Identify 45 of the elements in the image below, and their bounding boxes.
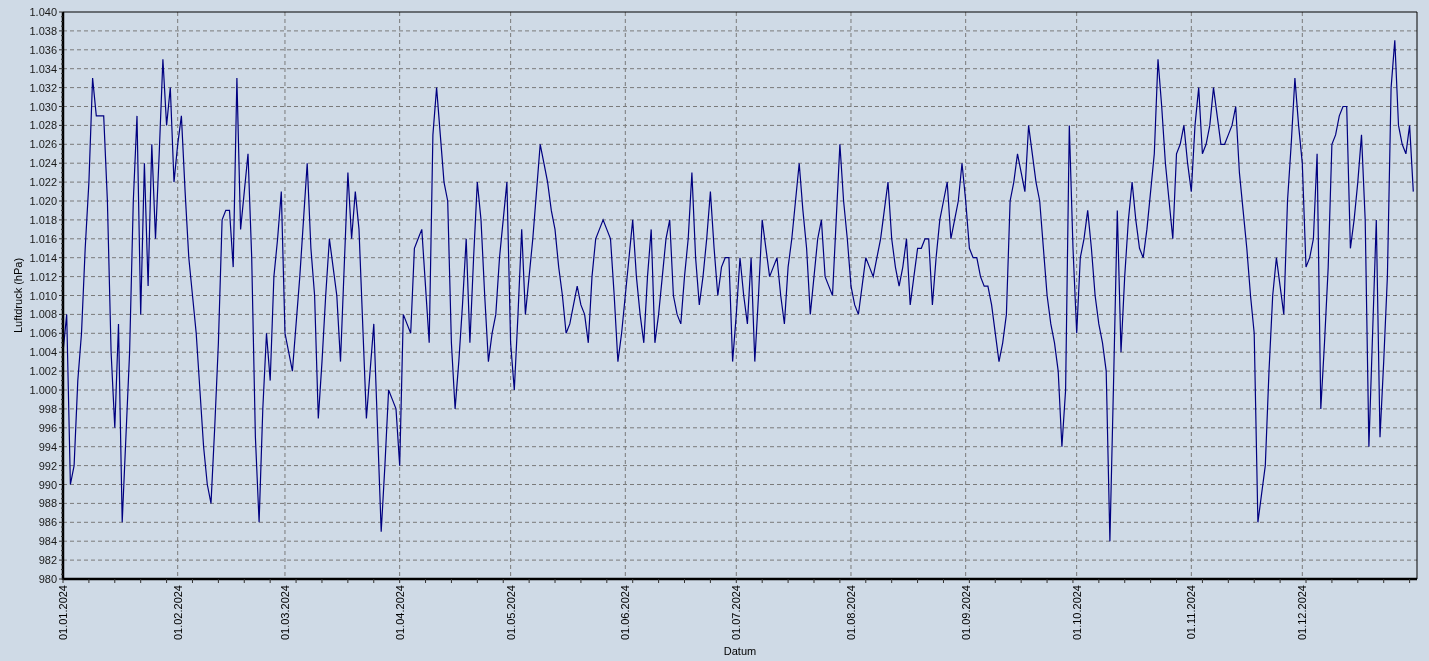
- y-tick-label: 1.016: [29, 232, 57, 245]
- y-tick-label: 1.020: [29, 195, 57, 207]
- x-tick-label: 01.07.2024: [730, 585, 743, 641]
- y-tick-label: 996: [38, 421, 57, 434]
- y-tick-label: 982: [38, 554, 57, 567]
- y-tick-label: 1.040: [29, 6, 57, 18]
- x-tick-label: 01.03.2024: [278, 585, 291, 641]
- x-tick-label: 01.04.2024: [393, 585, 406, 641]
- y-tick-label: 1.032: [29, 81, 57, 94]
- y-tick-label: 1.024: [29, 157, 57, 170]
- x-tick-label: 01.01.2024: [57, 585, 69, 641]
- x-tick-label: 01.06.2024: [619, 585, 632, 641]
- y-tick-label: 1.030: [29, 100, 57, 113]
- y-tick-label: 1.004: [29, 346, 57, 359]
- y-tick-label: 1.000: [29, 384, 57, 396]
- x-tick-label: 01.02.2024: [171, 585, 184, 641]
- x-tick-label: 01.12.2024: [1296, 585, 1309, 641]
- x-tick-label: 01.05.2024: [504, 585, 517, 641]
- y-tick-label: 1.010: [29, 289, 57, 302]
- y-tick-label: 1.022: [29, 176, 57, 189]
- x-axis-title: Datum: [723, 645, 757, 657]
- y-tick-label: 990: [38, 478, 57, 491]
- y-tick-label: 984: [38, 535, 57, 548]
- x-tick-label: 01.08.2024: [845, 585, 857, 641]
- y-tick-label: 1.038: [29, 24, 57, 37]
- y-tick-label: 1.008: [29, 308, 57, 321]
- y-tick-label: 994: [38, 440, 57, 453]
- x-tick-label: 01.09.2024: [959, 585, 972, 641]
- y-tick-label: 1.006: [29, 327, 57, 340]
- y-tick-label: 986: [38, 516, 57, 529]
- y-tick-label: 1.036: [29, 43, 57, 56]
- x-tick-label: 01.11.2024: [1185, 585, 1198, 640]
- y-tick-label: 980: [38, 573, 57, 585]
- y-tick-label: 988: [38, 497, 57, 510]
- y-axis-title: Luftdruck (hPa): [12, 257, 24, 334]
- y-tick-label: 1.034: [29, 62, 57, 75]
- y-tick-label: 998: [38, 402, 57, 415]
- y-tick-label: 1.014: [29, 251, 57, 264]
- y-tick-label: 1.012: [29, 270, 57, 283]
- x-tick-label: 01.10.2024: [1070, 585, 1083, 641]
- y-tick-label: 1.002: [29, 365, 57, 378]
- y-tick-label: 1.028: [29, 119, 57, 132]
- y-tick-label: 992: [38, 459, 57, 472]
- y-tick-label: 1.026: [29, 138, 57, 151]
- y-tick-label: 1.018: [29, 213, 57, 226]
